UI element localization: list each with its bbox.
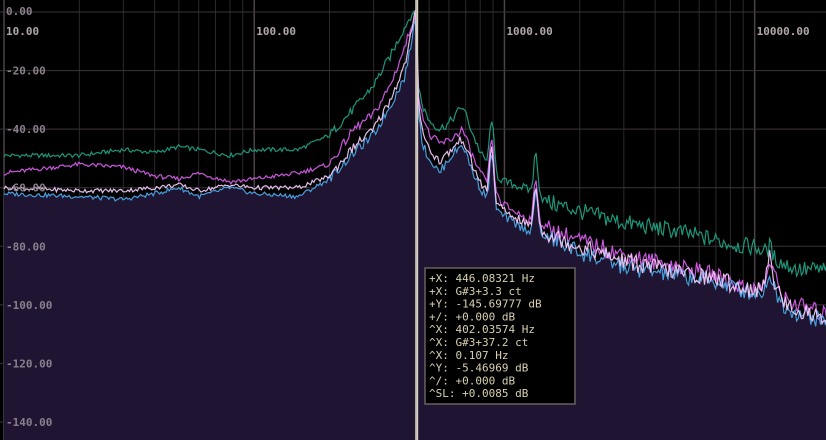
x-tick-label: 10.00 (6, 25, 39, 38)
x-tick-label: 10000.00 (757, 25, 810, 38)
y-tick-label: -20.00 (6, 65, 46, 78)
y-tick-label: 0.00 (6, 5, 33, 18)
readout-line: ^/: +0.000 dB (429, 374, 515, 387)
spectrum-fill (4, 21, 826, 440)
y-tick-label: -100.00 (6, 299, 52, 312)
spectrum-area-fill (4, 21, 826, 440)
readout-line: ^X: 402.03574 Hz (429, 323, 535, 336)
y-tick-label: -40.00 (6, 123, 46, 136)
y-tick-label: -80.00 (6, 240, 46, 253)
readout-line: ^Y: -5.46969 dB (429, 362, 529, 375)
y-tick-label: -60.00 (6, 182, 46, 195)
cursor-readout-box: +X: 446.08321 Hz+X: G#3+3.3 ct+Y: -145.6… (424, 267, 576, 405)
readout-line: ^SL: +0.0085 dB (429, 387, 529, 400)
x-tick-label: 100.00 (256, 25, 296, 38)
readout-line: +X: 446.08321 Hz (429, 272, 535, 285)
readout-line: ^X: 0.107 Hz (429, 349, 508, 362)
readout-line: ^X: G#3+37.2 ct (429, 336, 528, 349)
frequency-markers[interactable] (415, 0, 419, 440)
readout-line: +/: +0.000 dB (429, 310, 515, 323)
y-tick-label: -140.00 (6, 416, 52, 429)
readout-line: +Y: -145.69777 dB (429, 298, 542, 311)
spectrum-plot[interactable]: 10.00 100.00 1000.00 10000.00 0.00 -20.00 -40.… (0, 0, 826, 440)
x-tick-label: 1000.00 (506, 25, 552, 38)
readout-line: +X: G#3+3.3 ct (429, 285, 522, 298)
spectrum-analyzer[interactable]: 10.00 100.00 1000.00 10000.00 0.00 -20.00 -40.… (0, 0, 826, 440)
y-tick-label: -120.00 (6, 357, 52, 370)
